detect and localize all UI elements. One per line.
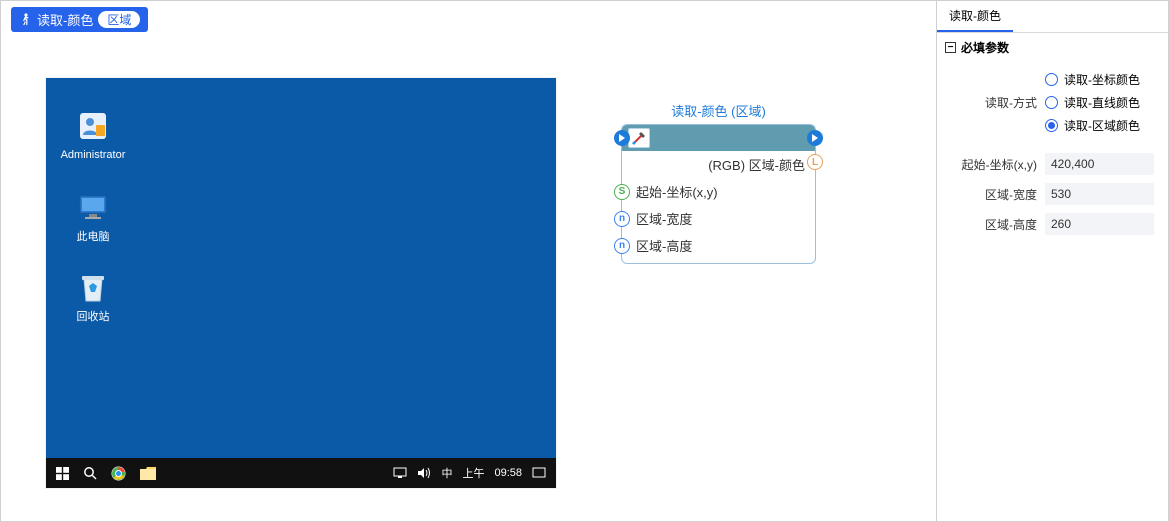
app-root: 读取-颜色 区域 Administrator 此电脑 <box>0 0 1169 522</box>
desktop-icon-label: Administrator <box>56 148 130 163</box>
taskbar-right: 中 上午 09:58 <box>393 465 556 481</box>
input-port-N[interactable]: n <box>614 238 630 254</box>
output-port-L[interactable]: L <box>807 154 823 170</box>
node-input-label: 区域-宽度 <box>636 209 692 228</box>
chrome-icon <box>111 466 126 481</box>
start-icon <box>56 467 69 480</box>
section-required-params[interactable]: − 必填参数 <box>937 33 1168 62</box>
section-title: 必填参数 <box>961 39 1009 56</box>
params-container: 读取-方式 读取-坐标颜色 读取-直线颜色 读取-区域颜色 <box>937 62 1168 249</box>
node-output-row: (RGB) 区域-颜色 L <box>622 151 815 178</box>
node-head <box>622 125 815 151</box>
color-picker-icon[interactable] <box>628 128 650 148</box>
collapse-icon: − <box>945 42 956 53</box>
node-input-label: 起始-坐标(x,y) <box>636 182 718 201</box>
mode-pill[interactable]: 读取-颜色 区域 <box>11 7 148 32</box>
main-canvas-panel: 读取-颜色 区域 Administrator 此电脑 <box>1 1 937 521</box>
radio-option-coord[interactable]: 读取-坐标颜色 <box>1045 68 1154 91</box>
desktop-icon-label: 回收站 <box>56 310 130 325</box>
desktop-icon-recycle: 回收站 <box>56 270 130 325</box>
node-input-row: S 起始-坐标(x,y) <box>622 178 815 205</box>
param-label: 起始-坐标(x,y) <box>937 156 1045 173</box>
node-input-row: n 区域-高度 <box>622 232 815 263</box>
user-icon <box>75 108 111 144</box>
radio-label: 读取-直线颜色 <box>1064 94 1140 111</box>
canvas-area[interactable]: Administrator 此电脑 回收站 <box>1 38 936 521</box>
node-input-row: n 区域-宽度 <box>622 205 815 232</box>
desktop-icon-administrator: Administrator <box>56 108 130 163</box>
notification-icon <box>532 467 546 479</box>
explorer-icon <box>140 467 156 480</box>
param-read-mode: 读取-方式 读取-坐标颜色 读取-直线颜色 读取-区域颜色 <box>937 64 1158 141</box>
recycle-bin-icon <box>75 270 111 306</box>
monitor-icon <box>75 190 111 226</box>
param-label: 区域-高度 <box>937 216 1045 233</box>
tray-icon <box>393 467 407 479</box>
node-title: 读取-颜色 (区域) <box>621 101 816 120</box>
desktop-preview: Administrator 此电脑 回收站 <box>46 78 556 488</box>
radio-icon <box>1045 73 1058 86</box>
volume-icon <box>417 467 431 479</box>
ime-indicator: 中 <box>441 465 452 481</box>
node-input-label: 区域-高度 <box>636 236 692 255</box>
param-area-height: 区域-高度 <box>937 209 1158 239</box>
radio-icon <box>1045 119 1058 132</box>
tab-read-color[interactable]: 读取-颜色 <box>937 1 1013 32</box>
properties-sidebar: 读取-颜色 − 必填参数 读取-方式 读取-坐标颜色 读取-直线颜色 <box>937 1 1168 521</box>
desktop-icon-label: 此电脑 <box>56 230 130 245</box>
pill-badge: 区域 <box>98 11 140 28</box>
param-area-width: 区域-宽度 <box>937 179 1158 209</box>
desktop-icon-this-pc: 此电脑 <box>56 190 130 245</box>
area-height-input[interactable] <box>1045 213 1154 235</box>
sidebar-tabs: 读取-颜色 <box>937 1 1168 33</box>
header-bar: 读取-颜色 区域 <box>1 1 936 38</box>
time-prefix: 上午 <box>462 465 484 481</box>
exec-in-port[interactable] <box>614 130 630 146</box>
node-box: (RGB) 区域-颜色 L S 起始-坐标(x,y) n 区域-宽度 n 区域-… <box>621 124 816 264</box>
exec-out-port[interactable] <box>807 130 823 146</box>
flow-node[interactable]: 读取-颜色 (区域) (RGB) 区域-颜色 L S <box>621 101 816 264</box>
start-coord-input[interactable] <box>1045 153 1154 175</box>
param-label: 读取-方式 <box>937 94 1045 111</box>
radio-group: 读取-坐标颜色 读取-直线颜色 读取-区域颜色 <box>1045 68 1154 137</box>
radio-icon <box>1045 96 1058 109</box>
param-start-coord: 起始-坐标(x,y) <box>937 149 1158 179</box>
radio-label: 读取-区域颜色 <box>1064 117 1140 134</box>
radio-option-line[interactable]: 读取-直线颜色 <box>1045 91 1154 114</box>
param-label: 区域-宽度 <box>937 186 1045 203</box>
input-port-N[interactable]: n <box>614 211 630 227</box>
taskbar-left <box>46 466 156 481</box>
search-icon <box>83 466 97 480</box>
input-port-S[interactable]: S <box>614 184 630 200</box>
radio-option-area[interactable]: 读取-区域颜色 <box>1045 114 1154 137</box>
node-output-label: (RGB) 区域-颜色 <box>708 155 805 174</box>
pill-label: 读取-颜色 <box>37 10 93 29</box>
area-width-input[interactable] <box>1045 183 1154 205</box>
radio-label: 读取-坐标颜色 <box>1064 71 1140 88</box>
taskbar: 中 上午 09:58 <box>46 458 556 488</box>
person-walk-icon <box>19 13 32 27</box>
clock-time: 09:58 <box>494 467 522 479</box>
